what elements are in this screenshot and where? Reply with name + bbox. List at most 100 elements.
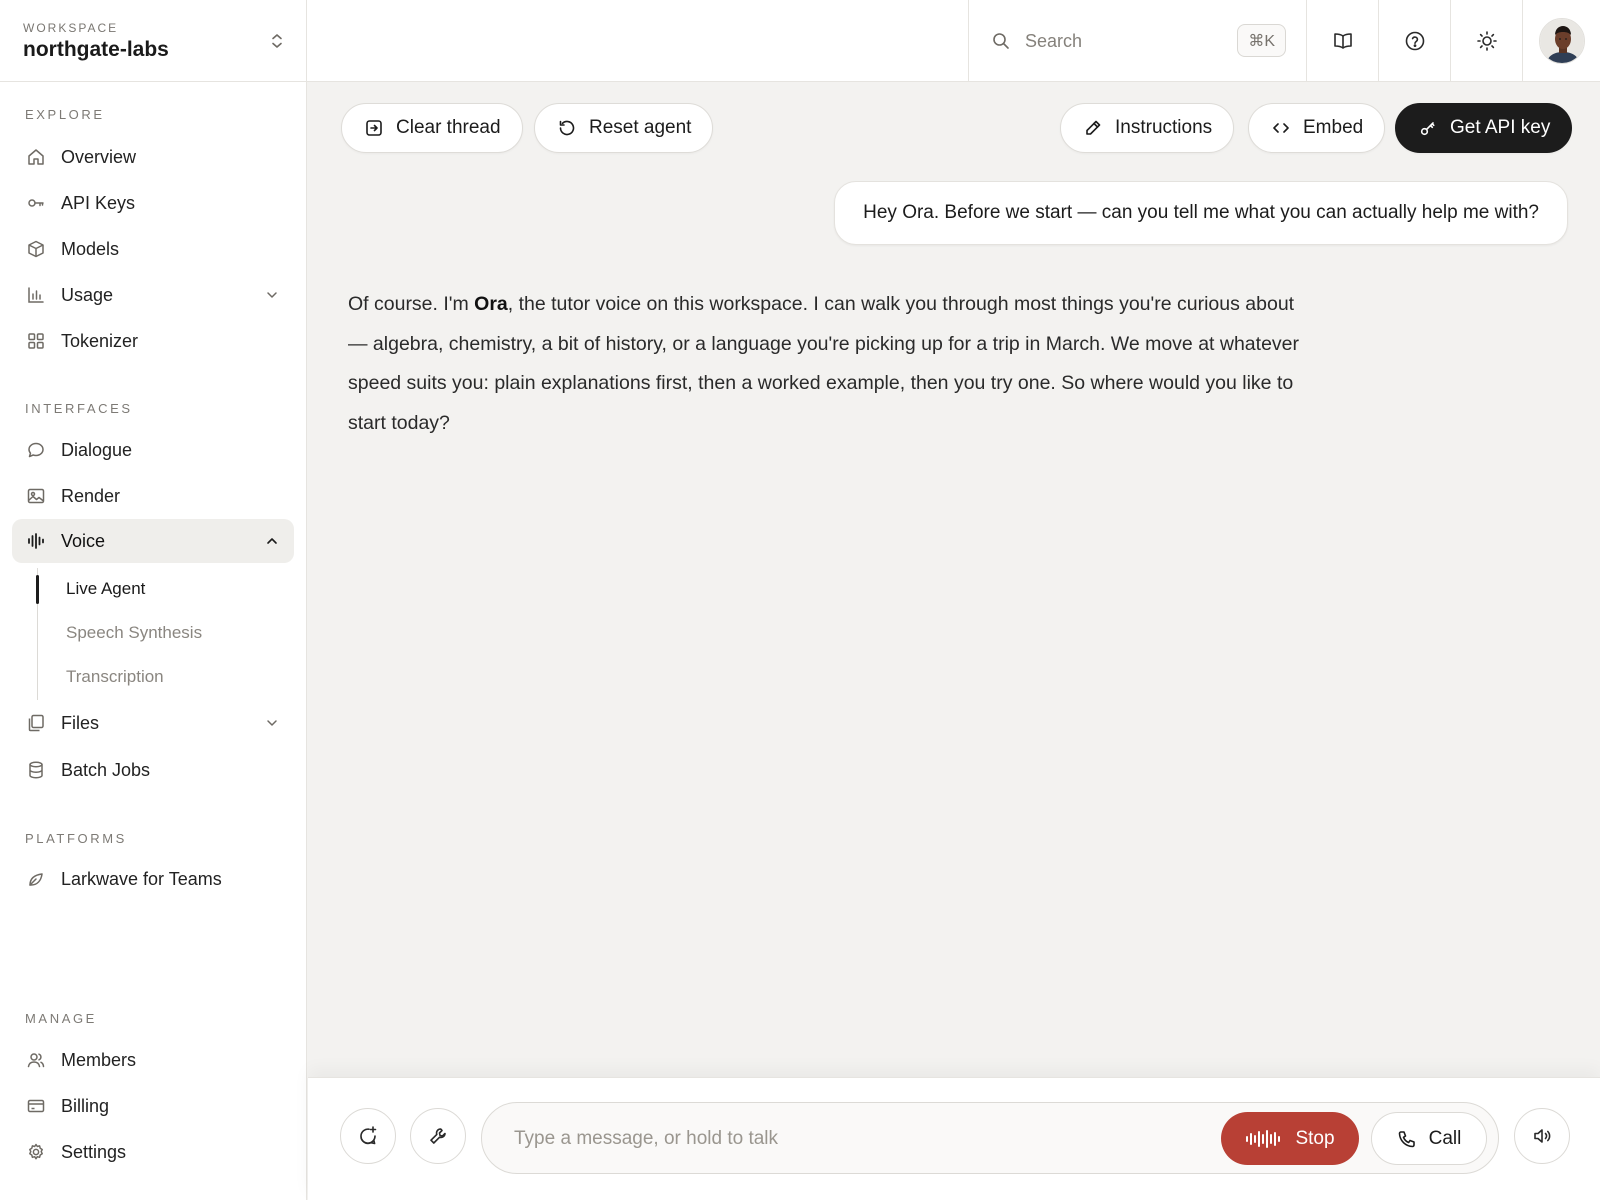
sidebar-subitem-speech-synthesis[interactable]: Speech Synthesis [66,623,202,643]
chevron-down-icon[interactable] [264,715,280,731]
sidebar-item-larkwave-for-teams[interactable]: Larkwave for Teams [12,857,294,901]
clear-thread-icon [364,118,384,138]
sidebar-item-settings[interactable]: Settings [12,1130,294,1174]
files-icon [26,713,46,733]
sidebar-item-label: Tokenizer [61,330,139,351]
sidebar-item-label: API Keys [61,192,136,213]
credit-card-icon [26,1096,46,1116]
section-label-interfaces: INTERFACES [25,401,133,416]
sidebar-item-render[interactable]: Render [12,474,294,518]
section-label-explore: EXPLORE [25,107,105,122]
wrench-icon [430,1128,446,1144]
chat-plus-icon [360,1126,377,1145]
sun-icon [1476,31,1497,51]
user-menu-button[interactable] [1522,0,1600,82]
stop-button[interactable]: Stop [1221,1112,1359,1165]
stop-label: Stop [1295,1127,1335,1149]
sidebar-item-tokenizer[interactable]: Tokenizer [12,319,294,363]
user-message-text: Hey Ora. Before we start — can you tell … [863,202,1539,223]
theme-toggle-button[interactable] [1450,0,1522,82]
image-icon [26,486,46,506]
search-icon [993,33,1009,49]
reset-agent-label: Reset agent [589,117,692,138]
sidebar-item-members[interactable]: Members [12,1038,294,1082]
phone-icon [1398,1130,1415,1147]
workspace-switcher[interactable]: WORKSPACE northgate-labs [0,0,306,82]
users-icon [26,1050,46,1070]
sidebar-item-label: Dialogue [61,439,133,460]
new-chat-button[interactable] [340,1108,396,1164]
key-icon [26,193,46,213]
waveform-icon [1246,1129,1281,1148]
sidebar-item-label: Overview [61,146,137,167]
call-label: Call [1428,1127,1462,1149]
help-icon [1405,31,1424,51]
docs-button[interactable] [1306,0,1378,82]
sidebar-item-files[interactable]: Files [12,701,294,745]
search-box[interactable]: Search ⌘K [968,0,1306,82]
user-message-bubble: Hey Ora. Before we start — can you tell … [834,181,1568,245]
sidebar-item-api-keys[interactable]: API Keys [12,181,294,225]
sidebar-item-dialogue[interactable]: Dialogue [12,428,294,472]
sidebar-item-label: Models [61,238,120,259]
top-bar: Search ⌘K [307,0,1600,82]
help-button[interactable] [1378,0,1450,82]
chat-bubble-icon [26,440,46,460]
search-shortcut-badge: ⌘K [1237,24,1286,57]
pencil-icon [1083,118,1103,138]
message-composer[interactable]: Stop Call [481,1102,1499,1174]
leaf-icon [26,869,46,889]
get-api-key-button[interactable]: Get API key [1395,103,1573,153]
speaker-icon [1534,1129,1551,1143]
chevron-down-icon[interactable] [264,287,280,303]
chevron-up-icon[interactable] [264,533,280,549]
call-button[interactable]: Call [1371,1112,1487,1165]
tools-button[interactable] [410,1108,466,1164]
sidebar-item-label: Billing [61,1095,110,1116]
search-placeholder: Search [1025,30,1083,51]
avatar [1538,18,1585,64]
chevron-up-down-icon [272,34,282,48]
sidebar-item-billing[interactable]: Billing [12,1084,294,1128]
cube-icon [26,239,46,259]
agent-message: Of course. I'm Ora, the tutor voice on t… [348,285,1318,443]
clear-thread-button[interactable]: Clear thread [341,103,523,153]
agent-message-prefix: Of course. I'm [348,293,475,315]
sidebar-item-label: Usage [61,284,114,305]
database-icon [26,760,46,780]
rotate-ccw-icon [557,118,577,138]
sidebar-item-label: Larkwave for Teams [61,868,222,889]
sidebar-item-label: Batch Jobs [61,759,151,780]
waveform-icon [26,531,46,551]
section-label-manage: MANAGE [25,1011,97,1026]
instructions-button[interactable]: Instructions [1060,103,1235,153]
code-icon [1271,118,1291,138]
sidebar-item-overview[interactable]: Overview [12,135,294,179]
instructions-label: Instructions [1115,117,1213,138]
agent-name: Ora [474,293,508,315]
bar-chart-icon [26,285,46,305]
key-icon [1418,118,1438,138]
sidebar-subitem-transcription[interactable]: Transcription [66,667,164,687]
sidebar-item-label: Render [61,485,121,506]
reset-agent-button[interactable]: Reset agent [534,103,714,153]
sidebar-item-label: Settings [61,1141,127,1162]
sidebar-item-models[interactable]: Models [12,227,294,271]
home-icon [26,147,46,167]
sidebar-item-label: Members [61,1049,137,1070]
sidebar-item-usage[interactable]: Usage [12,273,294,317]
volume-button[interactable] [1514,1108,1570,1164]
sidebar-item-voice[interactable]: Voice [12,519,294,563]
embed-button[interactable]: Embed [1248,103,1386,153]
sidebar-subitem-live-agent[interactable]: Live Agent [66,579,145,599]
book-icon [1333,33,1352,49]
sidebar-item-label: Voice [61,530,106,551]
sidebar-item-batch-jobs[interactable]: Batch Jobs [12,748,294,792]
section-label-platforms: PLATFORMS [25,831,127,846]
sidebar: WORKSPACE northgate-labs EXPLORE Overvie… [0,0,307,1200]
workspace-label: WORKSPACE [23,21,119,35]
message-input[interactable] [514,1123,1194,1155]
embed-label: Embed [1303,117,1364,138]
sidebar-item-label: Files [61,712,100,733]
grid-icon [26,331,46,351]
